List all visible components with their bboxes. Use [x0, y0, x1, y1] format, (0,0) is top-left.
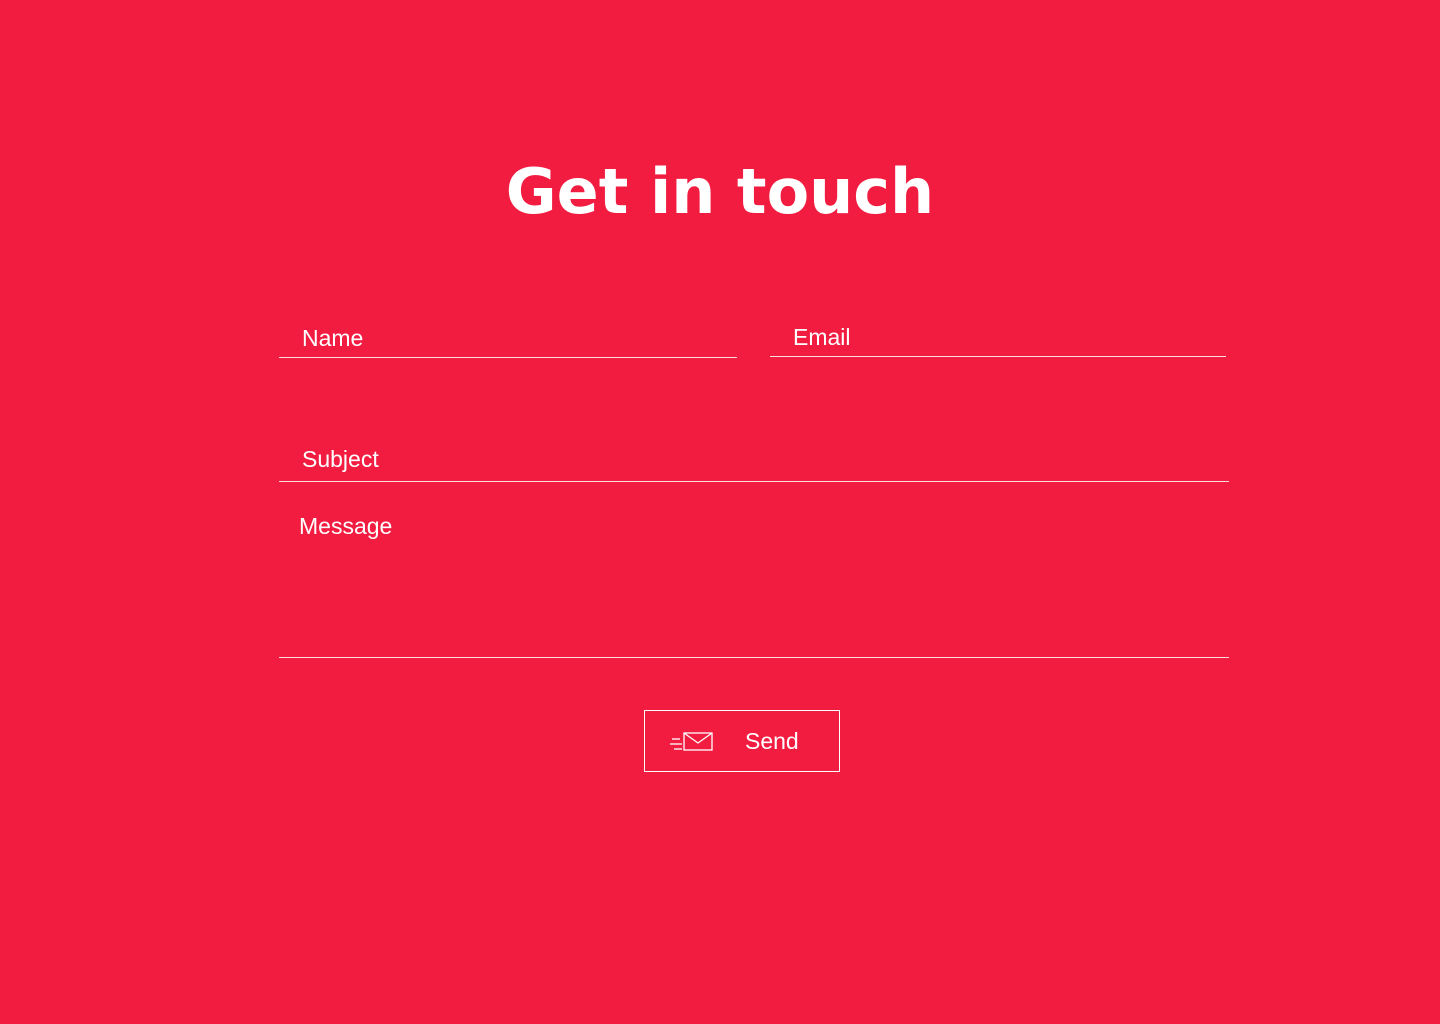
- subject-input[interactable]: [279, 438, 1229, 481]
- page-title: Get in touch: [505, 155, 935, 228]
- message-textarea[interactable]: [279, 508, 1229, 657]
- name-input[interactable]: [279, 318, 737, 357]
- message-field: [279, 508, 1229, 658]
- send-button[interactable]: Send: [644, 710, 840, 772]
- subject-field: [279, 438, 1229, 482]
- email-input[interactable]: [770, 318, 1226, 356]
- send-label: Send: [745, 728, 799, 754]
- send-mail-icon: [670, 731, 714, 753]
- contact-page: Get in touch Send: [0, 0, 1440, 1024]
- email-field: [770, 318, 1226, 357]
- name-field: [279, 318, 737, 358]
